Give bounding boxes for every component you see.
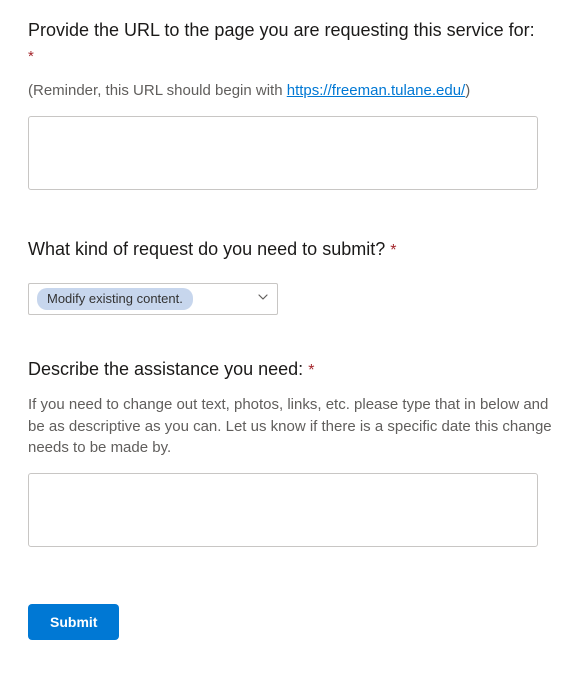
assistance-input[interactable] bbox=[28, 473, 538, 547]
assistance-label-text: Describe the assistance you need: bbox=[28, 359, 303, 379]
request-type-label: What kind of request do you need to subm… bbox=[28, 237, 554, 262]
required-indicator: * bbox=[390, 242, 396, 259]
field-url: Provide the URL to the page you are requ… bbox=[28, 18, 554, 195]
url-input[interactable] bbox=[28, 116, 538, 190]
assistance-label: Describe the assistance you need: * bbox=[28, 357, 554, 382]
required-indicator: * bbox=[308, 362, 314, 379]
url-reminder-suffix: ) bbox=[465, 82, 470, 99]
assistance-helper: If you need to change out text, photos, … bbox=[28, 394, 554, 459]
chevron-down-icon bbox=[257, 290, 269, 308]
request-type-select[interactable]: Modify existing content. bbox=[28, 283, 278, 315]
request-type-label-text: What kind of request do you need to subm… bbox=[28, 239, 385, 259]
required-indicator: * bbox=[28, 48, 34, 65]
request-type-selected-text: Modify existing content. bbox=[47, 291, 183, 306]
submit-button[interactable]: Submit bbox=[28, 604, 119, 640]
field-request-type: What kind of request do you need to subm… bbox=[28, 237, 554, 314]
request-type-selected-pill: Modify existing content. bbox=[37, 288, 193, 310]
url-reminder-prefix: (Reminder, this URL should begin with bbox=[28, 82, 287, 99]
submit-row: Submit bbox=[28, 604, 554, 640]
url-label: Provide the URL to the page you are requ… bbox=[28, 18, 554, 68]
url-reminder: (Reminder, this URL should begin with ht… bbox=[28, 80, 554, 102]
url-example-link[interactable]: https://freeman.tulane.edu/ bbox=[287, 82, 465, 99]
field-assistance: Describe the assistance you need: * If y… bbox=[28, 357, 554, 553]
url-label-text: Provide the URL to the page you are requ… bbox=[28, 20, 535, 40]
